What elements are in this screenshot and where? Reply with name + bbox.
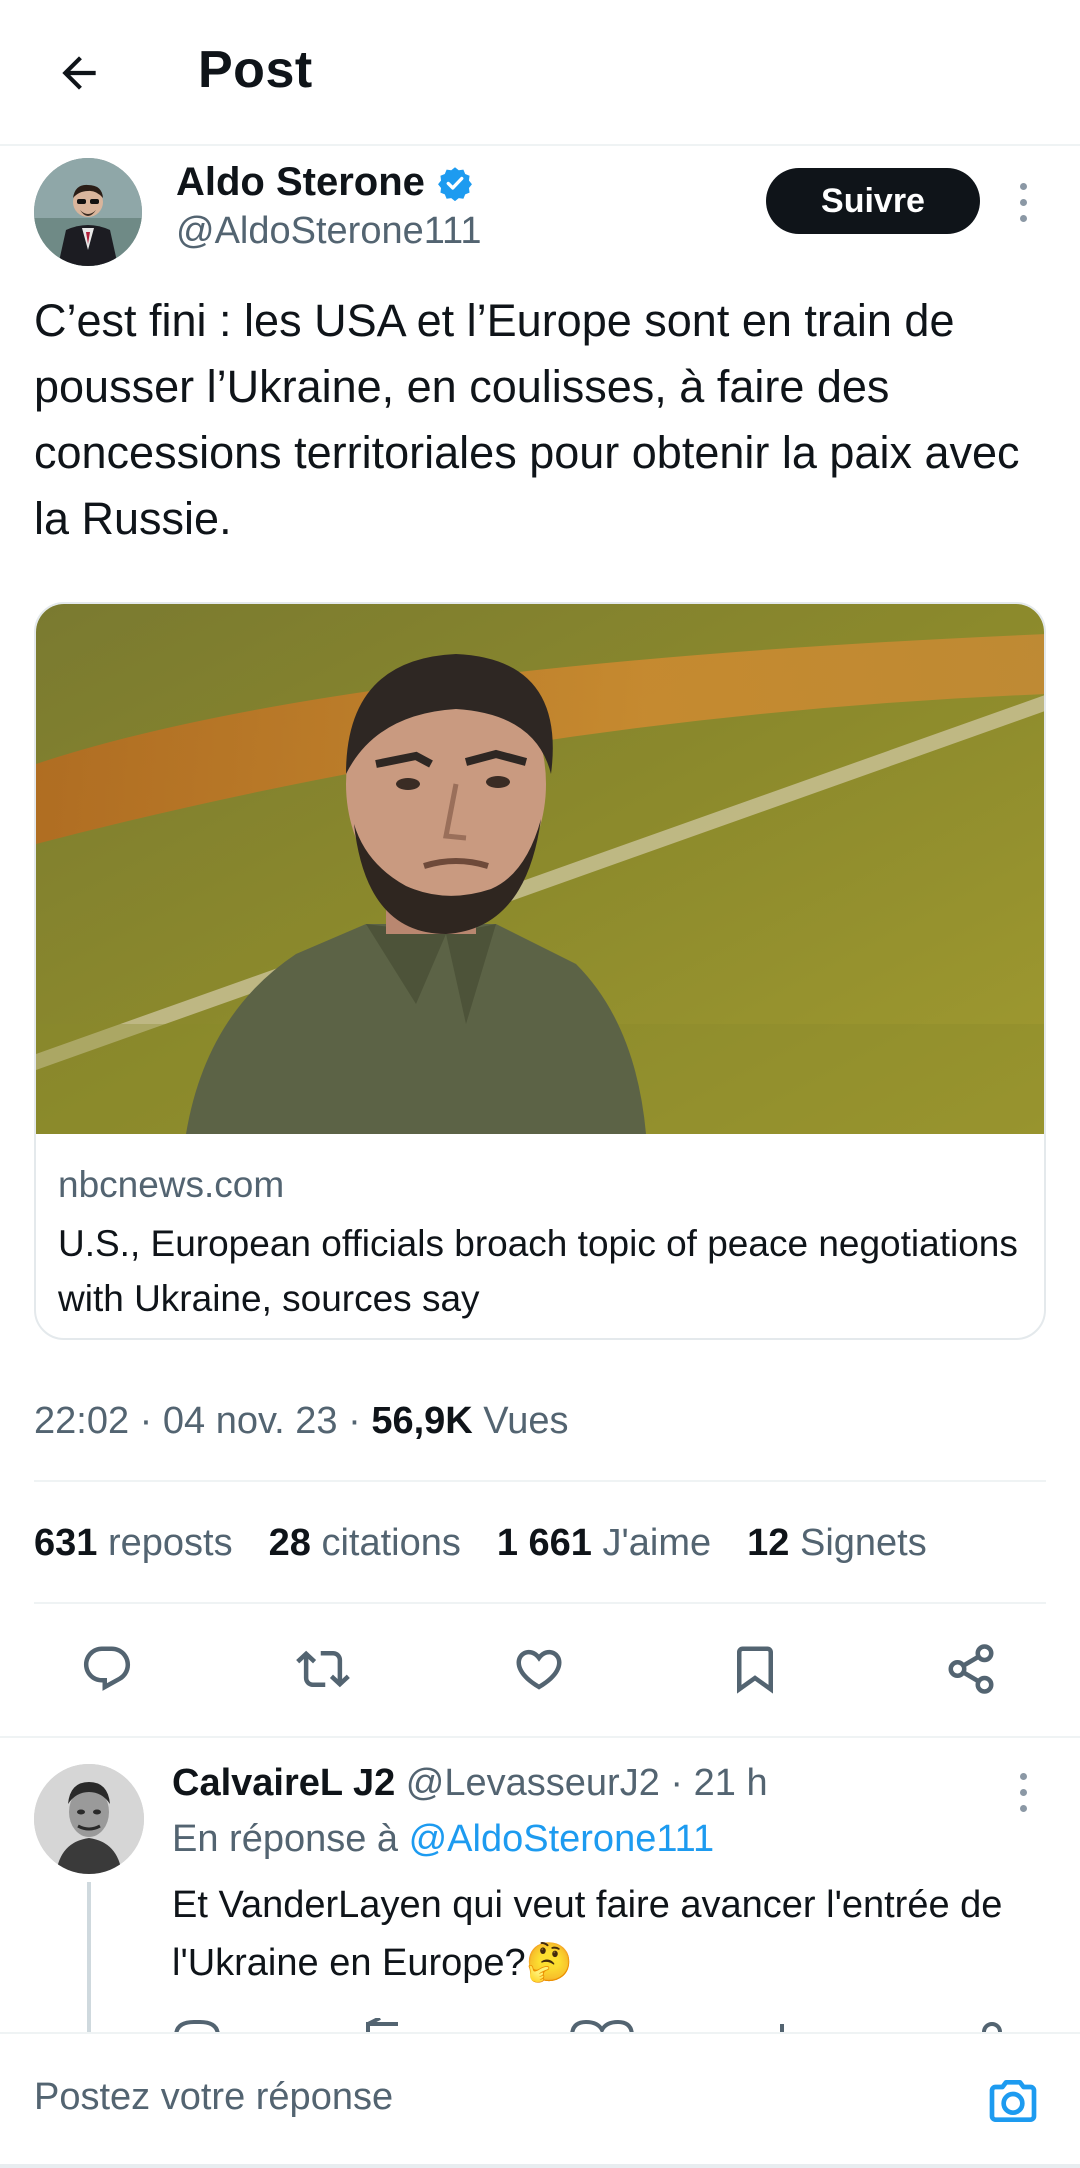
camera-button[interactable] (980, 2068, 1046, 2134)
repost-icon (296, 1650, 350, 1688)
meta-separator: · (337, 1400, 372, 1442)
more-dot (1019, 198, 1027, 206)
reply-context-handle-link[interactable]: @AldoSterone111 (409, 1818, 714, 1860)
reply-time[interactable]: 21 h (694, 1762, 768, 1804)
author-handle[interactable]: @AldoSterone111 (176, 210, 481, 253)
share-button[interactable] (928, 1626, 1014, 1712)
reply-context: En réponse à @AldoSterone111 (172, 1818, 714, 1861)
bookmark-button[interactable] (712, 1626, 798, 1712)
verified-badge-icon (437, 166, 472, 201)
like-icon (516, 1649, 562, 1690)
reply-action-bar (172, 2012, 1032, 2032)
share-icon (948, 1644, 994, 1694)
stat-label: Signets (799, 1522, 927, 1564)
author-name[interactable]: Aldo Sterone (176, 160, 425, 205)
link-card-title: U.S., European officials broach topic of… (58, 1223, 1018, 1319)
reply-context-prefix: En réponse à (172, 1818, 409, 1860)
stat-reposts[interactable]: 631 reposts (34, 1522, 233, 1565)
stat-bookmarks[interactable]: 12 Signets (747, 1522, 927, 1565)
stat-label: J'aime (602, 1522, 712, 1564)
more-dot (1019, 1772, 1027, 1780)
camera-icon (989, 2080, 1037, 2122)
back-button[interactable] (44, 38, 114, 108)
stat-label: reposts (107, 1522, 233, 1564)
post-action-bar (0, 1626, 1080, 1712)
reply-icon[interactable] (172, 2018, 1032, 2032)
link-card[interactable]: nbcnews.com U.S., European officials bro… (34, 602, 1046, 1340)
like-button[interactable] (496, 1626, 582, 1712)
thread-line (87, 1882, 91, 2032)
more-dot (1019, 182, 1027, 190)
bookmark-icon (737, 1646, 773, 1694)
reply-author-avatar[interactable] (34, 1764, 144, 1874)
engagement-stats: 631 reposts 28 citations 1 661 J'aime 12… (34, 1522, 963, 1565)
composer-underline (0, 2164, 1080, 2168)
meta-separator: · (129, 1400, 163, 1442)
reply-text: Et VanderLayen qui veut faire avancer l'… (172, 1884, 1003, 1984)
views-count[interactable]: 56,9K (371, 1400, 472, 1442)
stat-quotes[interactable]: 28 citations (269, 1522, 461, 1565)
reply-composer: Postez votre réponse (0, 2032, 1080, 2168)
views-label: Vues (472, 1400, 569, 1442)
more-dot (1019, 1788, 1027, 1796)
divider (34, 1602, 1046, 1604)
post-more-button[interactable] (1008, 172, 1038, 232)
more-dot (1019, 214, 1027, 222)
post-date: 04 nov. 23 (162, 1400, 338, 1442)
more-dot (1019, 1804, 1027, 1812)
post-meta: 22:02 · 04 nov. 23 · 56,9K Vues (34, 1400, 568, 1443)
stat-count: 28 (268, 1522, 311, 1564)
section-divider (0, 1736, 1080, 1738)
follow-button[interactable]: Suivre (766, 168, 980, 234)
reply-author-handle[interactable]: @LevasseurJ2 (406, 1762, 660, 1804)
page-title: Post (198, 41, 313, 99)
reply-separator: · (659, 1762, 694, 1804)
author-avatar[interactable] (34, 158, 142, 266)
post-time: 22:02 (34, 1400, 130, 1442)
divider (34, 1480, 1046, 1482)
reply-author-name[interactable]: CalvaireL J2 (172, 1762, 395, 1804)
reply-input[interactable]: Postez votre réponse (34, 2076, 393, 2119)
top-bar: Post (0, 0, 1080, 146)
link-card-domain: nbcnews.com (58, 1164, 285, 1205)
stat-label: citations (321, 1522, 461, 1564)
link-card-image[interactable] (36, 604, 1046, 1134)
stat-likes[interactable]: 1 661 J'aime (497, 1522, 711, 1565)
stat-count: 12 (747, 1522, 790, 1564)
stat-count: 1 661 (496, 1522, 592, 1564)
author-name-row[interactable]: Aldo Sterone (176, 160, 473, 205)
reply-button[interactable] (64, 1626, 150, 1712)
repost-button[interactable] (280, 1626, 366, 1712)
stat-count: 631 (34, 1522, 98, 1564)
reply-more-button[interactable] (1008, 1762, 1038, 1822)
reply-icon (83, 1646, 131, 1691)
post-text: C’est fini : les USA et l’Europe sont en… (34, 295, 1020, 544)
arrow-left-icon (62, 56, 96, 90)
reply-header: CalvaireL J2 @LevasseurJ2 · 21 h (172, 1762, 768, 1805)
